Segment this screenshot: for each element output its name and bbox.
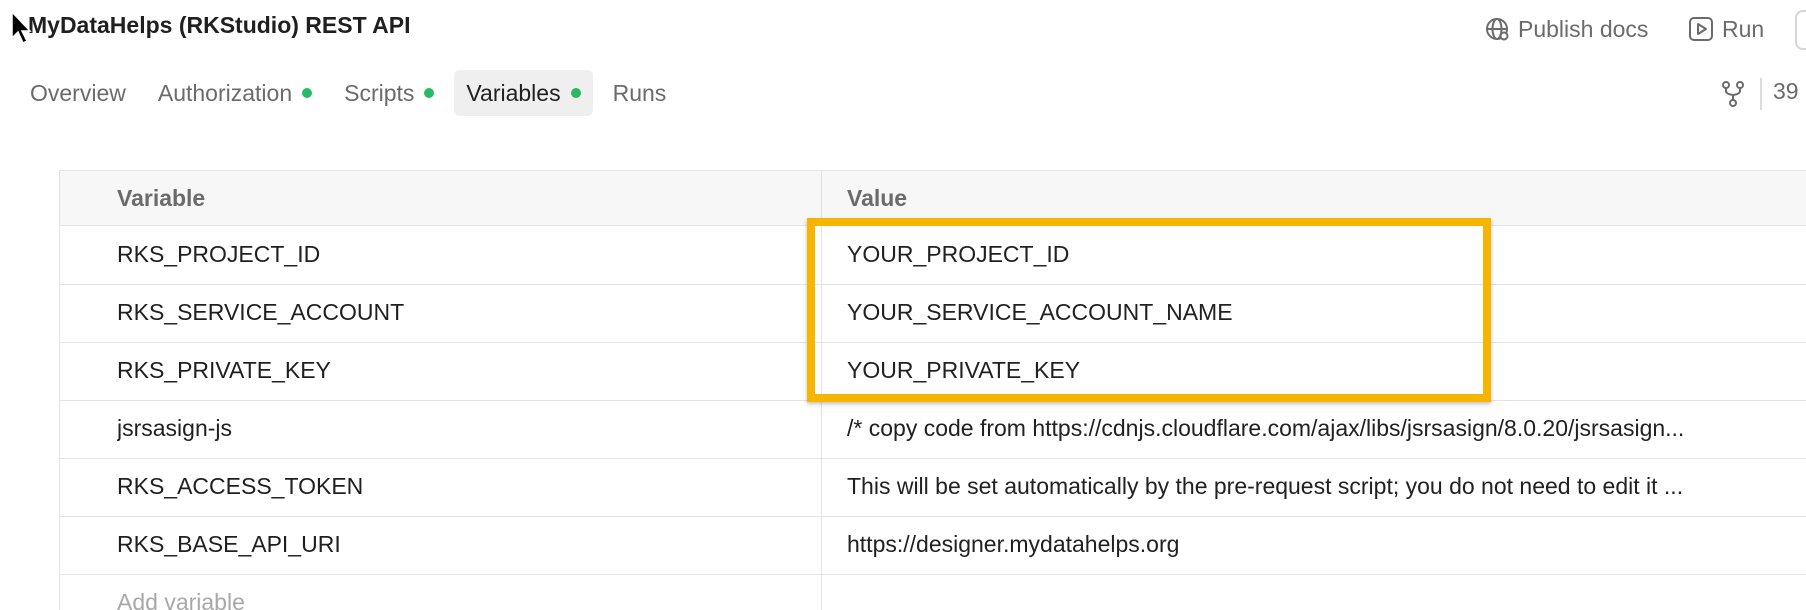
variable-value[interactable]: /* copy code from https://cdnjs.cloudfla… [847,415,1806,442]
status-dot [302,88,313,98]
app-window: MyDataHelps (RKStudio) REST API Publish … [0,0,1806,610]
table-row[interactable]: jsrsasign-js /* copy code from https://c… [60,400,1806,459]
tab-variables[interactable]: Variables [454,70,593,116]
mouse-pointer-icon [11,10,32,45]
variable-value[interactable]: https://designer.mydatahelps.org [847,531,1806,558]
fork-count[interactable]: 39 [1773,78,1799,105]
tab-label: Runs [612,79,667,106]
status-dot [570,88,581,98]
fork-icon[interactable] [1721,80,1745,108]
variable-name[interactable]: RKS_ACCESS_TOKEN [117,473,797,500]
table-row[interactable]: RKS_SERVICE_ACCOUNT YOUR_SERVICE_ACCOUNT… [60,284,1806,343]
table-row[interactable]: RKS_PRIVATE_KEY YOUR_PRIVATE_KEY [60,342,1806,401]
tab-label: Authorization [157,79,293,106]
column-header-variable: Variable [117,185,206,211]
table-header: Variable Value [60,171,1806,226]
add-variable-row[interactable]: Add variable [60,574,1806,610]
column-divider [821,171,822,610]
toolbar-divider [1760,78,1762,110]
variable-value[interactable]: This will be set automatically by the pr… [847,473,1806,500]
variable-name[interactable]: RKS_PRIVATE_KEY [117,357,797,384]
variable-name[interactable]: RKS_BASE_API_URI [117,531,797,558]
variable-value[interactable]: YOUR_PROJECT_ID [847,241,1806,268]
tab-authorization[interactable]: Authorization [146,70,324,116]
variable-value[interactable]: YOUR_SERVICE_ACCOUNT_NAME [847,299,1806,326]
run-button[interactable]: Run [1688,12,1764,46]
table-row[interactable]: RKS_ACCESS_TOKEN This will be set automa… [60,458,1806,517]
tab-label: Scripts [344,79,415,106]
variables-table: Variable Value RKS_PROJECT_ID YOUR_PROJE… [59,170,1806,610]
variable-name[interactable]: jsrsasign-js [117,415,797,442]
variable-name[interactable]: RKS_PROJECT_ID [117,241,797,268]
globe-icon [1486,18,1509,41]
variable-name[interactable]: RKS_SERVICE_ACCOUNT [117,299,797,326]
tab-runs[interactable]: Runs [601,70,679,116]
tab-scripts[interactable]: Scripts [332,70,446,116]
more-actions-button[interactable] [1795,10,1806,50]
variable-value[interactable]: YOUR_PRIVATE_KEY [847,357,1806,384]
tab-overview[interactable]: Overview [18,70,138,116]
play-icon [1689,17,1713,41]
tab-bar: Overview Authorization Scripts Variables… [18,70,686,116]
run-label: Run [1722,15,1765,42]
table-row[interactable]: RKS_BASE_API_URI https://designer.mydata… [60,516,1806,575]
publish-docs-button[interactable]: Publish docs [1484,12,1648,46]
add-variable-input[interactable]: Add variable [117,589,797,610]
status-dot [424,88,435,98]
tab-label: Overview [30,79,126,106]
column-header-value: Value [847,185,908,211]
publish-docs-label: Publish docs [1518,15,1649,42]
tab-label: Variables [466,79,561,106]
table-row[interactable]: RKS_PROJECT_ID YOUR_PROJECT_ID [60,226,1806,285]
collection-title: MyDataHelps (RKStudio) REST API [28,12,411,38]
